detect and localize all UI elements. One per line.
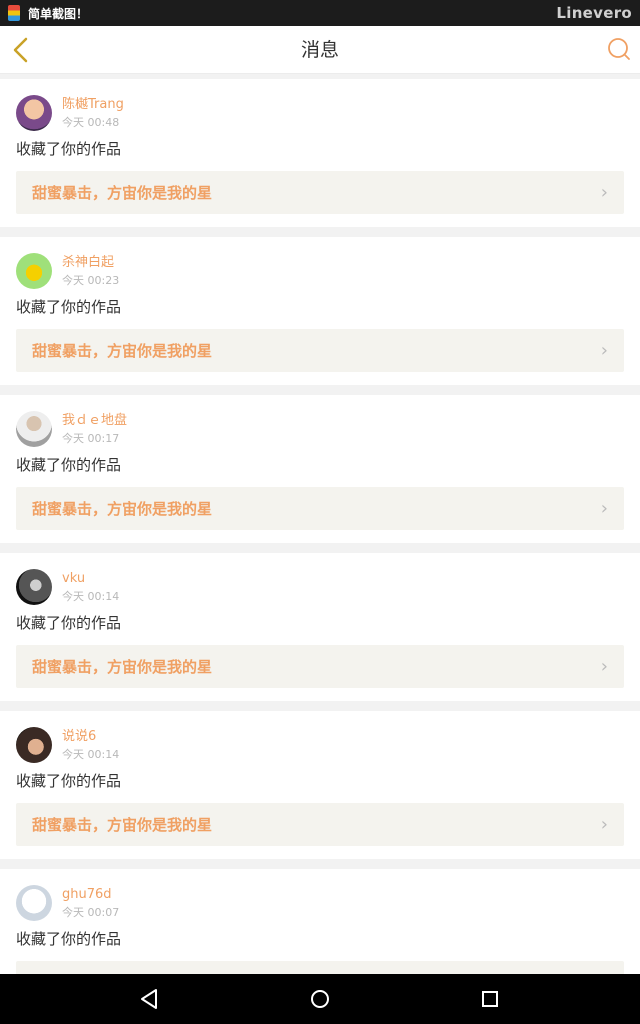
work-link[interactable]: › xyxy=(16,961,624,974)
action-text: 收藏了你的作品 xyxy=(16,614,122,632)
avatar[interactable] xyxy=(16,885,52,921)
chevron-right-icon: › xyxy=(600,814,608,835)
message-card: 杀神白起 今天 00:23 收藏了你的作品 甜蜜暴击，方宙你是我的星 › xyxy=(0,237,640,385)
status-brand: Linevero xyxy=(556,4,632,22)
user-name[interactable]: vku xyxy=(62,570,119,587)
action-text: 收藏了你的作品 xyxy=(16,456,122,474)
work-title: 甜蜜暴击，方宙你是我的星 xyxy=(32,500,213,518)
work-title: 甜蜜暴击，方宙你是我的星 xyxy=(32,658,213,676)
action-text: 收藏了你的作品 xyxy=(16,930,122,948)
nav-back-icon[interactable] xyxy=(138,987,162,1011)
message-card: 说说6 今天 00:14 收藏了你的作品 甜蜜暴击，方宙你是我的星 › xyxy=(0,711,640,859)
message-time: 今天 00:48 xyxy=(62,116,120,129)
message-list[interactable]: 陈樾Trang 今天 00:48 收藏了你的作品 甜蜜暴击，方宙你是我的星 › … xyxy=(0,79,640,974)
user-name[interactable]: 杀神白起 xyxy=(62,254,119,271)
user-name[interactable]: 我ｄｅ地盘 xyxy=(62,412,127,429)
top-bar: 消息 xyxy=(0,26,640,74)
app-icon xyxy=(8,5,20,21)
action-text: 收藏了你的作品 xyxy=(16,140,122,158)
system-nav-bar xyxy=(0,974,640,1024)
avatar[interactable] xyxy=(16,411,52,447)
status-bar: 简单截图！ Linevero xyxy=(0,0,640,26)
message-time: 今天 00:23 xyxy=(62,274,120,287)
work-title: 甜蜜暴击，方宙你是我的星 xyxy=(32,342,213,360)
work-title: 甜蜜暴击，方宙你是我的星 xyxy=(32,184,213,202)
search-icon[interactable] xyxy=(606,36,632,62)
user-name[interactable]: 陈樾Trang xyxy=(62,96,124,113)
message-card: 陈樾Trang 今天 00:48 收藏了你的作品 甜蜜暴击，方宙你是我的星 › xyxy=(0,79,640,227)
work-link[interactable]: 甜蜜暴击，方宙你是我的星 › xyxy=(16,803,624,846)
nav-home-icon[interactable] xyxy=(308,987,332,1011)
user-name[interactable]: 说说6 xyxy=(62,728,119,745)
work-link[interactable]: 甜蜜暴击，方宙你是我的星 › xyxy=(16,645,624,688)
back-arrow-icon[interactable] xyxy=(6,34,38,66)
message-card: vku 今天 00:14 收藏了你的作品 甜蜜暴击，方宙你是我的星 › xyxy=(0,553,640,701)
user-name[interactable]: ghu76d xyxy=(62,886,119,903)
avatar[interactable] xyxy=(16,569,52,605)
work-link[interactable]: 甜蜜暴击，方宙你是我的星 › xyxy=(16,329,624,372)
chevron-right-icon: › xyxy=(600,498,608,519)
action-text: 收藏了你的作品 xyxy=(16,298,122,316)
message-card: 我ｄｅ地盘 今天 00:17 收藏了你的作品 甜蜜暴击，方宙你是我的星 › xyxy=(0,395,640,543)
avatar[interactable] xyxy=(16,253,52,289)
nav-recents-icon[interactable] xyxy=(478,987,502,1011)
page-title: 消息 xyxy=(300,39,339,61)
work-link[interactable]: 甜蜜暴击，方宙你是我的星 › xyxy=(16,487,624,530)
message-card: ghu76d 今天 00:07 收藏了你的作品 › xyxy=(0,869,640,974)
message-time: 今天 00:14 xyxy=(62,590,120,603)
action-text: 收藏了你的作品 xyxy=(16,772,122,790)
chevron-right-icon: › xyxy=(600,182,608,203)
chevron-right-icon: › xyxy=(600,340,608,361)
work-title: 甜蜜暴击，方宙你是我的星 xyxy=(32,816,213,834)
message-time: 今天 00:17 xyxy=(62,432,120,445)
status-app-name: 简单截图！ xyxy=(28,6,89,21)
message-time: 今天 00:07 xyxy=(62,906,120,919)
work-link[interactable]: 甜蜜暴击，方宙你是我的星 › xyxy=(16,171,624,214)
avatar[interactable] xyxy=(16,727,52,763)
chevron-right-icon: › xyxy=(600,656,608,677)
avatar[interactable] xyxy=(16,95,52,131)
message-time: 今天 00:14 xyxy=(62,748,120,761)
